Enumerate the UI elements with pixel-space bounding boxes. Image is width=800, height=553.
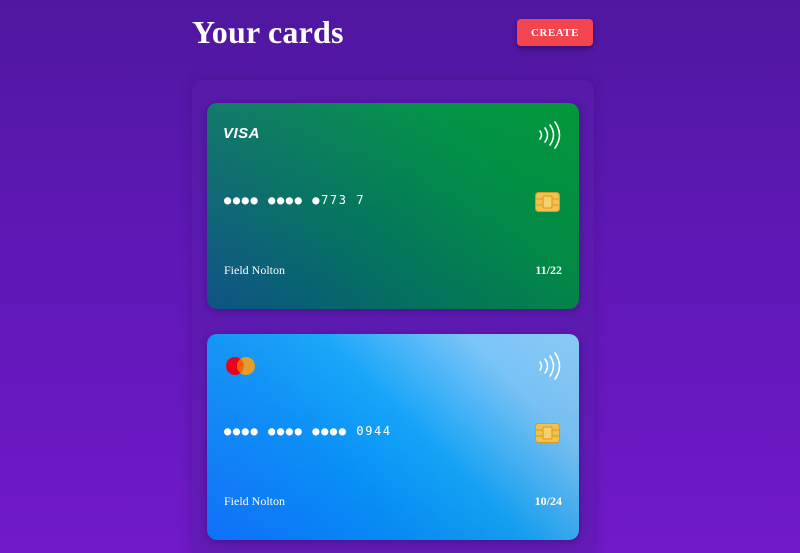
contactless-icon bbox=[539, 121, 561, 149]
chip-icon bbox=[535, 192, 560, 212]
visa-logo: VISA bbox=[223, 125, 261, 142]
card-visa[interactable]: VISA ●●●● ●●●● ●773 7 Field Nolton 11/22 bbox=[207, 103, 579, 309]
card-holder-name: Field Nolton bbox=[224, 494, 286, 508]
card-mastercard[interactable]: ●●●● ●●●● ●●●● 0944 Field Nolton 10/24 bbox=[207, 334, 579, 540]
mastercard-logo-icon bbox=[226, 357, 255, 375]
card-expiry: 11/22 bbox=[535, 263, 562, 277]
contactless-icon bbox=[539, 352, 561, 380]
card-holder-name: Field Nolton bbox=[224, 263, 286, 277]
card-number: ●●●● ●●●● ●773 7 bbox=[224, 193, 366, 207]
chip-icon bbox=[535, 423, 560, 443]
card-number: ●●●● ●●●● ●●●● 0944 bbox=[224, 424, 392, 438]
create-button[interactable]: CREATE bbox=[517, 19, 593, 46]
page-title: Your cards bbox=[192, 14, 344, 50]
card-expiry: 10/24 bbox=[534, 494, 562, 508]
